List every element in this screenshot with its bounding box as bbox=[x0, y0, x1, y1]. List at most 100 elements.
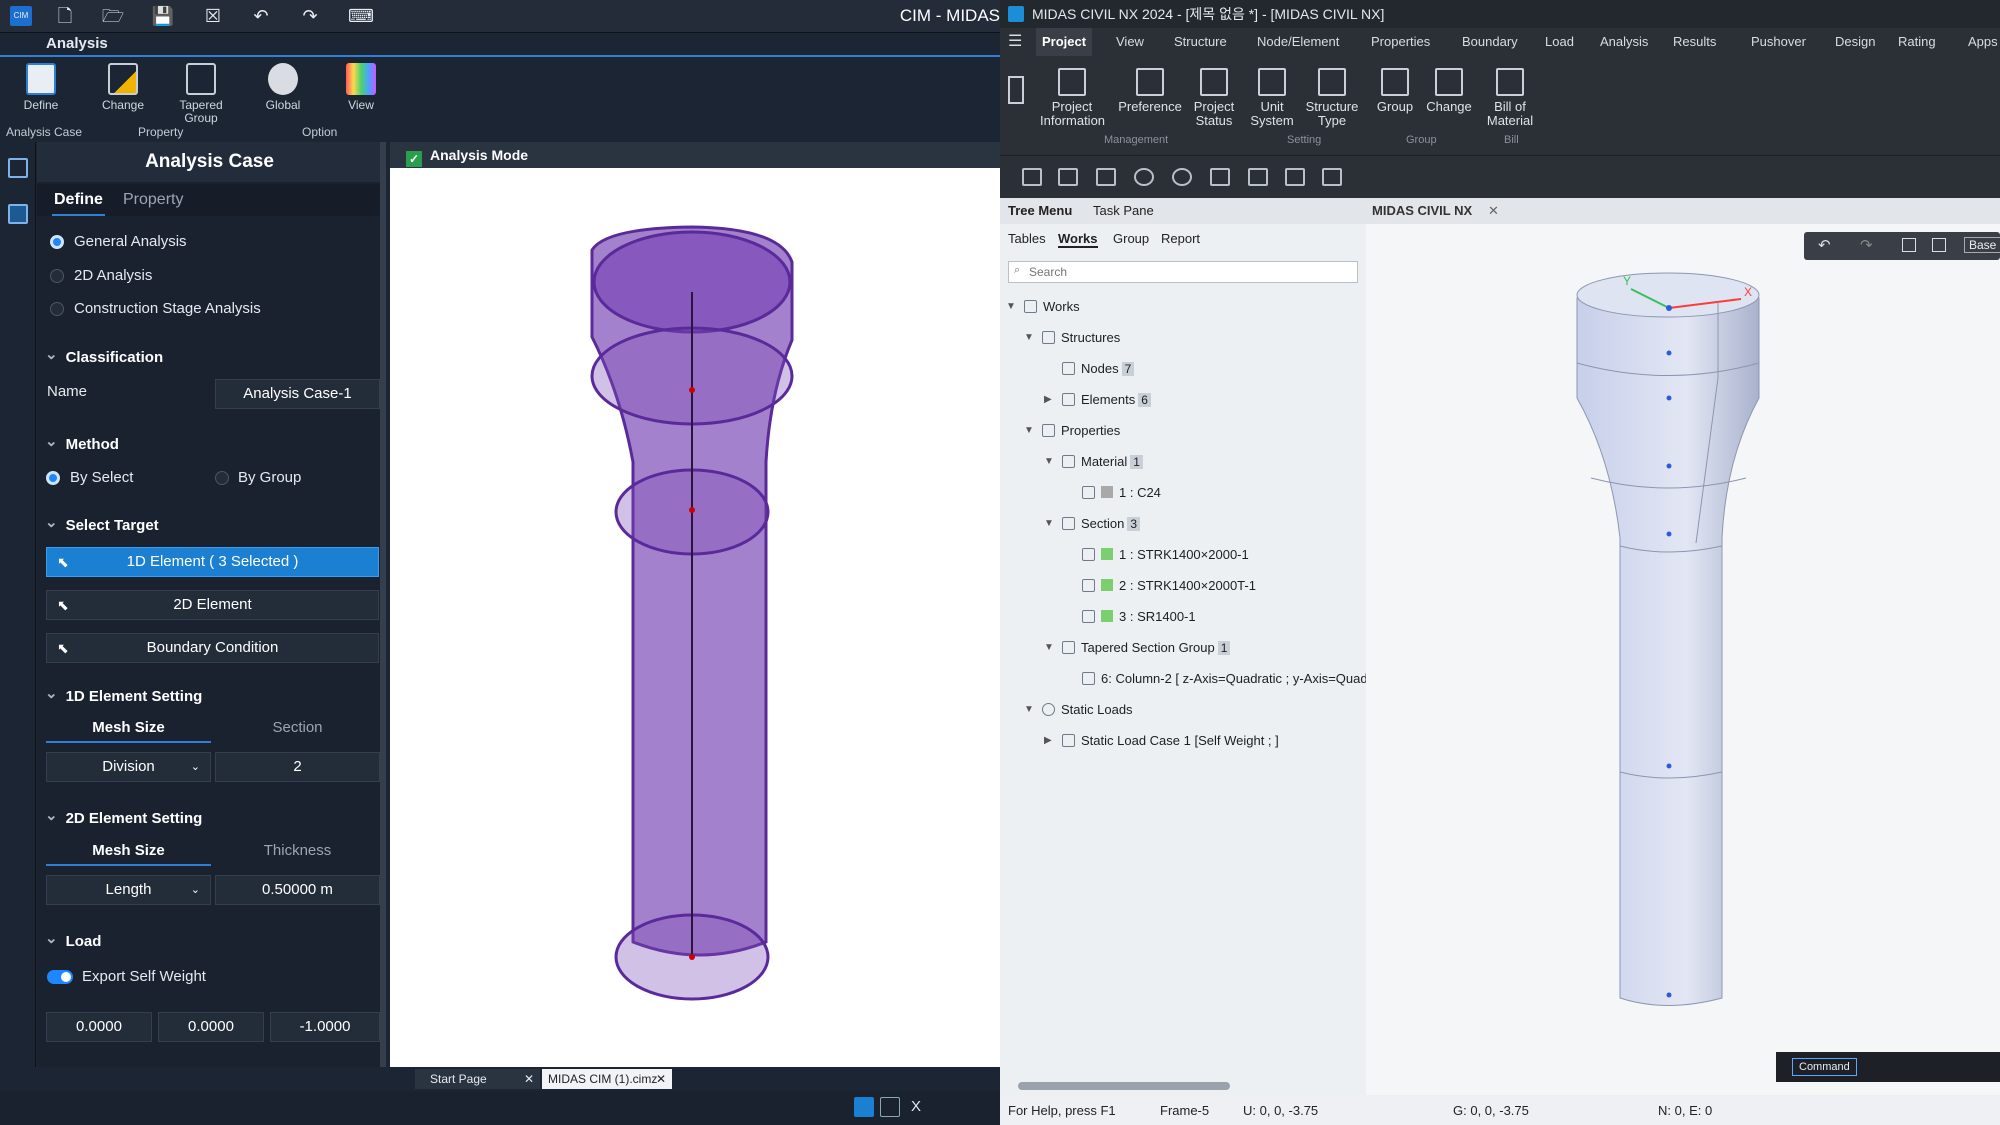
tapered-group-button[interactable]: Tapered Group bbox=[168, 63, 234, 125]
tree-properties[interactable]: Properties bbox=[1042, 423, 1120, 438]
tree-tapered-item[interactable]: 6: Column-2 [ z-Axis=Quadratic ; y-Axis=… bbox=[1082, 671, 1368, 686]
zoom-out-icon[interactable] bbox=[1172, 168, 1192, 186]
redo-icon[interactable]: ↷ bbox=[297, 4, 323, 28]
unit-system-button[interactable]: Unit System bbox=[1240, 68, 1304, 128]
hamburger-menu-icon[interactable]: ☰ bbox=[1008, 28, 1022, 56]
division-value-field[interactable]: 2 bbox=[215, 752, 380, 782]
base-view-button[interactable]: Base bbox=[1964, 237, 2000, 253]
tree-tapered-section-group[interactable]: Tapered Section Group 1 bbox=[1062, 640, 1231, 655]
section-2d-setting[interactable]: 2D Element Setting bbox=[45, 809, 380, 827]
menu-results[interactable]: Results bbox=[1673, 28, 1716, 56]
radio-2d-analysis[interactable] bbox=[50, 269, 64, 283]
expand-icon[interactable]: ▼ bbox=[1006, 301, 1016, 312]
expand-icon[interactable]: ▼ bbox=[1044, 642, 1054, 653]
folder-icon[interactable] bbox=[1096, 168, 1116, 186]
save-icon[interactable]: 💾 bbox=[150, 4, 176, 28]
tree-section[interactable]: Section 3 bbox=[1062, 516, 1141, 531]
gravity-y-field[interactable]: 0.0000 bbox=[158, 1012, 264, 1042]
view-button[interactable]: View bbox=[328, 63, 394, 112]
print-icon[interactable] bbox=[1932, 238, 1946, 252]
tree-search-input[interactable] bbox=[1008, 261, 1358, 283]
view-front-icon[interactable] bbox=[1248, 168, 1268, 186]
copy-view-icon[interactable] bbox=[1902, 238, 1916, 252]
tab-2d-mesh-size[interactable]: Mesh Size bbox=[46, 836, 211, 866]
section-load[interactable]: Load bbox=[45, 932, 380, 950]
tree-section-1[interactable]: 1 : STRK1400×2000-1 bbox=[1082, 547, 1249, 562]
open-icon[interactable] bbox=[1058, 168, 1078, 186]
undo-icon[interactable]: ↶ bbox=[1818, 236, 1831, 254]
x-tool-button[interactable]: X bbox=[906, 1097, 926, 1117]
tab-property[interactable]: Property bbox=[123, 184, 183, 216]
tree-structures[interactable]: Structures bbox=[1042, 330, 1120, 345]
pin-icon[interactable] bbox=[1008, 76, 1024, 104]
civil-viewport[interactable]: Y X ↶ ↷ Base Command bbox=[1366, 198, 2000, 1095]
tree-nodes[interactable]: Nodes 7 bbox=[1062, 361, 1135, 376]
tree-material-c24[interactable]: 1 : C24 bbox=[1082, 485, 1161, 500]
collapse-icon[interactable]: ▶ bbox=[1044, 735, 1052, 746]
target-2d-element-button[interactable]: ⬉ 2D Element bbox=[46, 590, 379, 620]
preference-button[interactable]: Preference bbox=[1118, 68, 1182, 114]
section-1d-setting[interactable]: 1D Element Setting bbox=[45, 687, 380, 705]
expand-icon[interactable]: ▼ bbox=[1024, 332, 1034, 343]
expand-icon[interactable]: ▼ bbox=[1024, 425, 1034, 436]
view-tab-midas-civil[interactable]: MIDAS CIVIL NX ✕ bbox=[1366, 198, 2000, 224]
expand-icon[interactable]: ▼ bbox=[1044, 518, 1054, 529]
expand-icon[interactable]: ▼ bbox=[1044, 456, 1054, 467]
tree-static-loads[interactable]: Static Loads bbox=[1042, 702, 1133, 717]
undo-icon[interactable]: ↶ bbox=[248, 4, 274, 28]
length-value-field[interactable]: 0.50000 m bbox=[215, 875, 380, 905]
tree-static-load-case[interactable]: Static Load Case 1 [Self Weight ; ] bbox=[1062, 733, 1279, 748]
tab-tree-menu[interactable]: Tree Menu bbox=[1008, 203, 1072, 218]
menu-boundary[interactable]: Boundary bbox=[1462, 28, 1518, 56]
tab-1d-mesh-size[interactable]: Mesh Size bbox=[46, 713, 211, 743]
menu-load[interactable]: Load bbox=[1545, 28, 1574, 56]
tab-task-pane[interactable]: Task Pane bbox=[1093, 203, 1154, 218]
target-boundary-button[interactable]: ⬉ Boundary Condition bbox=[46, 633, 379, 663]
view-side-icon[interactable] bbox=[1285, 168, 1305, 186]
close-icon[interactable]: ✕ bbox=[656, 1069, 666, 1089]
gravity-x-field[interactable]: 0.0000 bbox=[46, 1012, 152, 1042]
gravity-z-field[interactable]: -1.0000 bbox=[270, 1012, 380, 1042]
menu-properties[interactable]: Properties bbox=[1371, 28, 1430, 56]
tab-2d-thickness[interactable]: Thickness bbox=[215, 836, 380, 866]
menu-node-element[interactable]: Node/Element bbox=[1257, 28, 1339, 56]
tab-midas-cim-file[interactable]: MIDAS CIM (1).cimz ✕ bbox=[542, 1069, 672, 1089]
tab-works[interactable]: Works bbox=[1058, 231, 1098, 248]
structure-type-button[interactable]: Structure Type bbox=[1300, 68, 1364, 128]
tree-icon[interactable] bbox=[8, 158, 28, 178]
tree-section-3[interactable]: 3 : SR1400-1 bbox=[1082, 609, 1196, 624]
radio-by-group[interactable] bbox=[215, 471, 229, 485]
command-input[interactable]: Command bbox=[1792, 1058, 1857, 1076]
section-classification[interactable]: Classification bbox=[45, 348, 380, 366]
close-icon[interactable]: ✕ bbox=[524, 1069, 534, 1089]
global-button[interactable]: Global bbox=[250, 63, 316, 112]
menu-apps[interactable]: Apps bbox=[1968, 28, 1998, 56]
division-select[interactable]: Division ⌄ bbox=[46, 752, 211, 782]
measure-icon[interactable] bbox=[880, 1097, 900, 1117]
radio-construction-stage[interactable] bbox=[50, 302, 64, 316]
bill-of-material-button[interactable]: Bill of Material bbox=[1478, 68, 1542, 128]
new-icon[interactable] bbox=[1022, 168, 1042, 186]
section-select-target[interactable]: Select Target bbox=[45, 516, 380, 534]
keyboard-icon[interactable]: ⌨ bbox=[348, 4, 374, 28]
name-field[interactable]: Analysis Case-1 bbox=[215, 379, 380, 409]
menu-rating[interactable]: Rating bbox=[1898, 28, 1936, 56]
collapse-icon[interactable]: ▶ bbox=[1044, 394, 1052, 405]
menu-pushover[interactable]: Pushover bbox=[1751, 28, 1806, 56]
tab-1d-section[interactable]: Section bbox=[215, 713, 380, 743]
menu-design[interactable]: Design bbox=[1835, 28, 1875, 56]
export-self-weight-toggle[interactable] bbox=[47, 970, 73, 984]
tree-works[interactable]: Works bbox=[1024, 299, 1080, 314]
change-button[interactable]: Change bbox=[90, 63, 156, 112]
checkbox-checked-icon[interactable]: ✓ bbox=[406, 151, 422, 167]
tree-horizontal-scrollbar[interactable] bbox=[1018, 1082, 1230, 1090]
tab-start-page[interactable]: Start Page ✕ bbox=[415, 1069, 540, 1089]
project-information-button[interactable]: Project Information bbox=[1040, 68, 1105, 128]
tab-tables[interactable]: Tables bbox=[1008, 231, 1046, 246]
cim-viewport[interactable] bbox=[390, 142, 1000, 1067]
snap-icon[interactable] bbox=[854, 1097, 874, 1117]
tree-elements[interactable]: Elements 6 bbox=[1062, 392, 1151, 407]
length-select[interactable]: Length ⌄ bbox=[46, 875, 211, 905]
menu-analysis[interactable]: Analysis bbox=[1600, 28, 1648, 56]
new-file-icon[interactable]: 🗋 bbox=[52, 4, 78, 28]
